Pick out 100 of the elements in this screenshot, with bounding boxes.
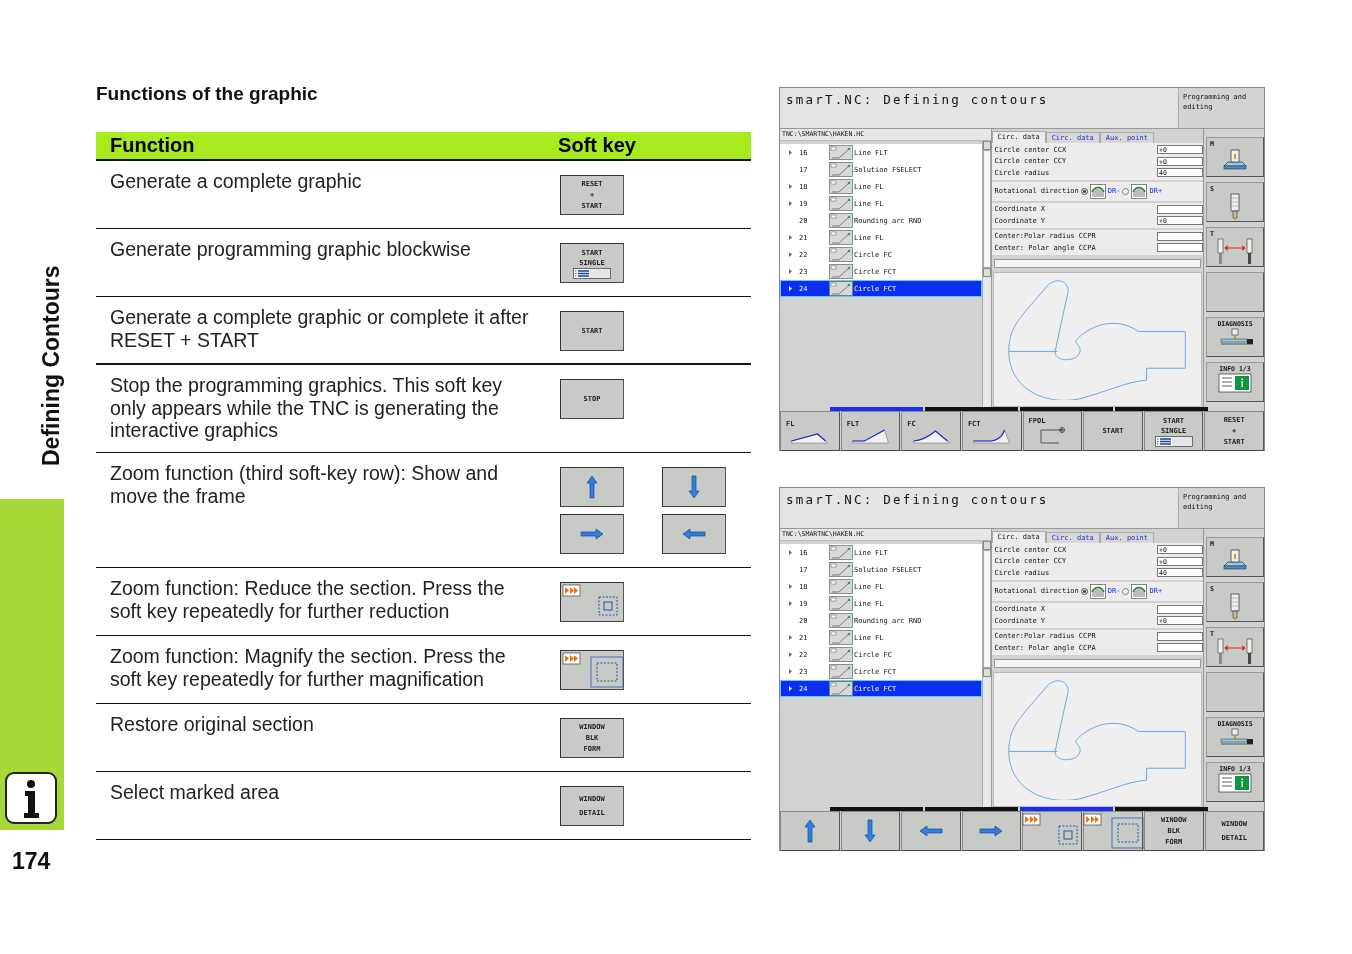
block-thumbnail-icon [829,681,853,696]
expand-icon[interactable] [789,550,792,555]
expand-icon[interactable] [789,584,792,589]
zoom-soft-key[interactable] [560,582,624,622]
block-thumbnail-icon [829,162,853,177]
arrow-up-icon [803,819,816,843]
machine-icon [1221,548,1249,572]
scrollbar[interactable] [993,258,1201,268]
arrow-left-icon [682,528,706,540]
expand-icon[interactable] [789,286,792,291]
input-field[interactable] [1157,231,1203,241]
chapter-tab-title: Defining Contours [38,264,64,466]
arrow-soft-key[interactable] [560,514,624,554]
input-field[interactable] [1157,604,1203,614]
arrow-soft-key[interactable] [662,467,726,507]
block-thumbnail-icon [829,179,853,194]
radio-button[interactable] [1122,587,1130,595]
arrow-soft-key[interactable] [780,811,840,851]
screen-title: smarT.NC: Defining contours [780,488,1178,528]
table-cell-text: Zoom function: Reduce the section. Press the soft key repeatedly for further reduction [110,577,506,622]
arrow-soft-key[interactable] [840,811,900,851]
zoom-in-drawing [1082,812,1144,850]
scrollbar[interactable] [981,541,991,807]
info-page-icon [1218,373,1252,393]
side-soft-key[interactable] [1206,272,1264,312]
expand-icon[interactable] [789,635,792,640]
block-thumbnail-icon [829,264,853,279]
block-list-icon [573,267,611,279]
arrow-soft-key[interactable] [961,811,1021,851]
block-thumbnail-icon [829,647,853,662]
arrow-right-icon [979,825,1004,837]
table-cell-text: Select marked area [110,781,281,804]
table-cell-text: Zoom function (third soft-key row): Show and move the frame [110,462,499,507]
expand-icon[interactable] [789,150,792,155]
arrow-down-icon [688,475,700,499]
arrow-soft-key[interactable] [662,514,726,554]
column-header: Function [109,134,196,157]
info-icon [5,772,57,824]
zoom-soft-key[interactable] [1022,811,1082,851]
zoom-soft-key[interactable] [1083,811,1143,851]
arrow-up-icon [586,475,598,499]
table-cell: Generate a complete graphic or complete it after RESET + START [110,306,530,351]
expand-icon[interactable] [789,686,792,691]
contour-line-icon [851,428,889,444]
expand-icon[interactable] [789,235,792,240]
expand-icon[interactable] [789,201,792,206]
page-number: 174 [12,848,52,875]
table-cell-text: Generate a complete graphic [110,170,363,193]
block-thumbnail-icon [829,664,853,679]
rotation-arc-icon [1131,183,1148,199]
scrollbar[interactable] [981,141,991,407]
polar-coordinate-icon [1037,426,1068,446]
spindle-icon [1228,193,1242,221]
contour-line-icon [912,428,950,444]
block-thumbnail-icon [829,213,853,228]
arrow-soft-key[interactable] [901,811,961,851]
expand-icon[interactable] [789,601,792,606]
input-field[interactable] [1157,631,1203,641]
block-thumbnail-icon [829,196,853,211]
rotation-arc-icon [1089,583,1106,599]
input-field[interactable] [1157,643,1203,653]
block-thumbnail-icon [829,562,853,577]
block-list-icon [1154,435,1193,447]
arrow-left-icon [918,825,943,837]
expand-icon[interactable] [789,269,792,274]
tool-change-icon [1215,238,1255,266]
block-thumbnail-icon [829,230,853,245]
rotation-arc-icon [1131,583,1148,599]
input-field[interactable] [1157,243,1203,253]
table-cell-text: Zoom function: Magnify the section. Press the soft key repeatedly for further magnification [110,645,507,690]
scrollbar[interactable] [993,658,1201,668]
input-field[interactable] [1157,204,1203,214]
block-thumbnail-icon [829,145,853,160]
arrow-down-icon [864,819,877,843]
expand-icon[interactable] [789,652,792,657]
arrow-soft-key[interactable] [560,467,624,507]
block-thumbnail-icon [829,579,853,594]
side-soft-key[interactable] [1206,672,1264,712]
block-thumbnail-icon [829,545,853,560]
tool-change-icon [1215,638,1255,666]
expand-icon[interactable] [789,669,792,674]
table-cell-text: Restore original section [110,713,315,736]
column-header: Soft key [557,134,637,157]
machine-icon [1221,148,1249,172]
block-thumbnail-icon [829,247,853,262]
section-title: Functions of the graphic [96,83,319,106]
block-thumbnail-icon [829,613,853,628]
arrow-right-icon [580,528,604,540]
contour-line-icon [973,428,1011,444]
table-cell-text: Generate programming graphic blockwise [110,238,472,261]
block-thumbnail-icon [829,630,853,645]
radio-button[interactable] [1122,187,1130,195]
block-thumbnail-icon [829,596,853,611]
expand-icon[interactable] [789,184,792,189]
screen-title: smarT.NC: Defining contours [780,88,1178,128]
expand-icon[interactable] [789,252,792,257]
spindle-icon [1228,593,1242,621]
radio-button[interactable] [1080,587,1088,595]
block-thumbnail-icon [829,281,853,296]
zoom-soft-key[interactable] [560,650,624,690]
